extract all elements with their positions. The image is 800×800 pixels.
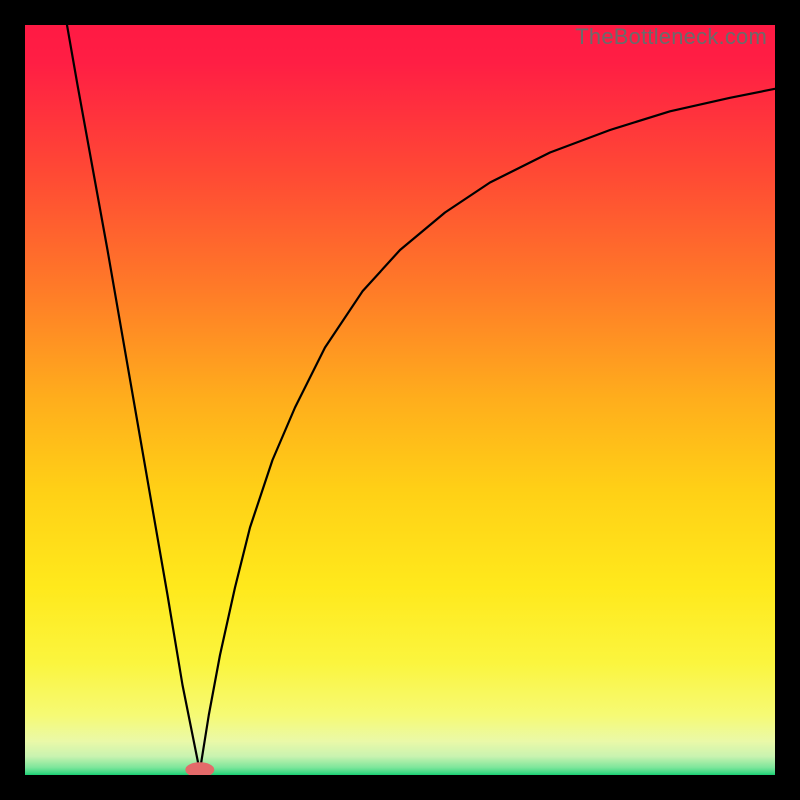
credit-label: TheBottleneck.com — [575, 24, 767, 50]
chart-frame: TheBottleneck.com — [25, 25, 775, 775]
chart-svg — [25, 25, 775, 775]
optimal-point-marker — [186, 763, 214, 775]
gradient-background — [25, 25, 775, 775]
